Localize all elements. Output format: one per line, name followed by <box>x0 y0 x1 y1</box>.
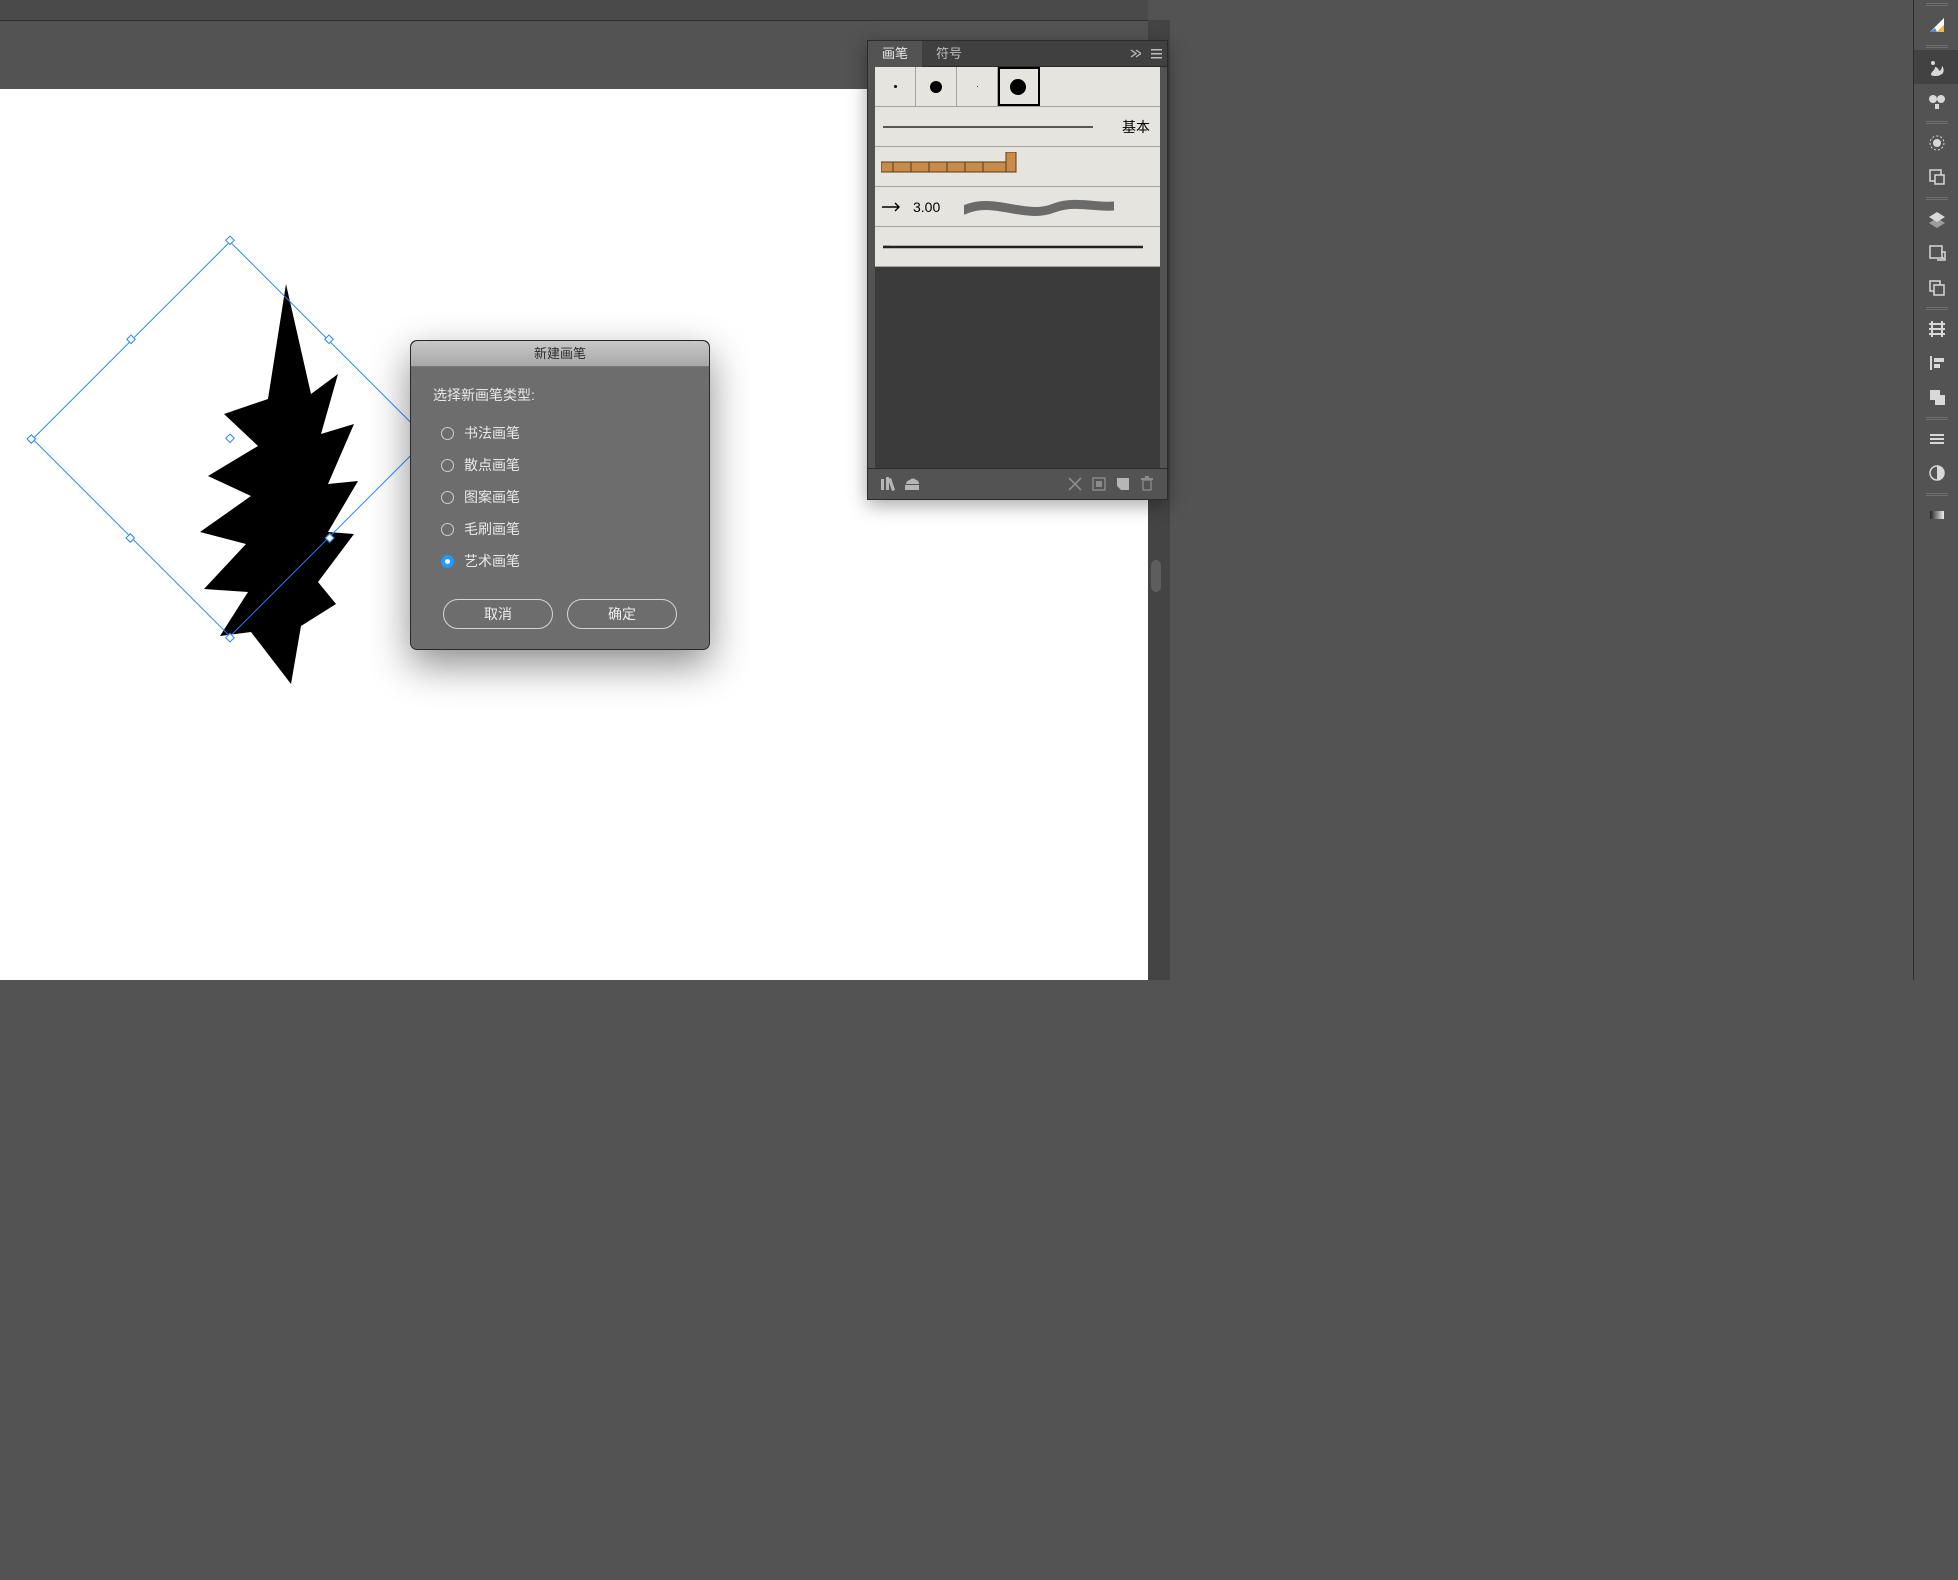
basic-brush-label: 基本 <box>1122 117 1150 137</box>
art-brush-taper[interactable]: 3.00 <box>875 187 1160 227</box>
stroke-panel-icon[interactable] <box>1914 422 1958 456</box>
calligraphic-brush[interactable] <box>957 67 998 106</box>
bbox-handle[interactable] <box>125 533 135 543</box>
appearance-panel-icon[interactable] <box>1914 126 1958 160</box>
brush-libraries-icon[interactable] <box>876 472 900 496</box>
remove-stroke-icon[interactable] <box>1063 472 1087 496</box>
gradient-panel-icon[interactable] <box>1914 498 1958 532</box>
dock-grip[interactable] <box>1914 414 1958 422</box>
panel-tabrow: 画笔 符号 <box>868 41 1167 67</box>
dialog-title[interactable]: 新建画笔 <box>411 341 709 367</box>
canvas-scrollbar-thumb[interactable] <box>1151 560 1161 592</box>
calligraphic-brush[interactable] <box>916 67 957 106</box>
asset-export-panel-icon[interactable] <box>1914 236 1958 270</box>
dock-grip[interactable] <box>1914 42 1958 50</box>
dialog-heading: 选择新画笔类型: <box>433 385 687 405</box>
panel-footer <box>868 468 1167 499</box>
dock-grip[interactable] <box>1914 194 1958 202</box>
cc-libraries-icon[interactable] <box>900 472 924 496</box>
calligraphic-brush[interactable] <box>998 67 1039 106</box>
bbox-handle[interactable] <box>126 334 136 344</box>
dock-grip[interactable] <box>1914 304 1958 312</box>
calligraphic-brush-empty <box>1040 67 1160 106</box>
align-panel-icon[interactable] <box>1914 312 1958 346</box>
panel-collapse-icon[interactable] <box>1123 41 1145 67</box>
libraries-panel-icon[interactable] <box>1914 270 1958 304</box>
dock-grip[interactable] <box>1914 118 1958 126</box>
brush-type-label: 图案画笔 <box>464 487 520 507</box>
topbar <box>0 0 1148 20</box>
panel-menu-icon[interactable] <box>1145 41 1167 67</box>
new-brush-icon[interactable] <box>1111 472 1135 496</box>
transparency-panel-icon[interactable] <box>1914 456 1958 490</box>
ok-button[interactable]: 确定 <box>567 599 677 629</box>
selected-artwork-leaf[interactable] <box>196 284 366 684</box>
bbox-handle[interactable] <box>225 235 235 245</box>
brush-type-radio[interactable]: 图案画笔 <box>433 481 687 513</box>
align-left-icon[interactable] <box>1914 346 1958 380</box>
art-brush-width: 3.00 <box>913 199 940 215</box>
dock-grip[interactable] <box>1914 0 1958 8</box>
brush-type-label: 艺术画笔 <box>464 551 520 571</box>
symbols-panel-icon[interactable] <box>1914 84 1958 118</box>
new-brush-dialog: 新建画笔 选择新画笔类型: 书法画笔散点画笔图案画笔毛刷画笔艺术画笔 取消 确定 <box>410 340 710 650</box>
brush-type-label: 散点画笔 <box>464 455 520 475</box>
delete-brush-icon[interactable] <box>1135 472 1159 496</box>
calligraphic-brush-row <box>875 67 1160 107</box>
brush-list-area: 基本 3.00 <box>875 67 1160 468</box>
bbox-handle[interactable] <box>26 434 36 444</box>
cancel-button[interactable]: 取消 <box>443 599 553 629</box>
basic-brush[interactable]: 基本 <box>875 107 1160 147</box>
calligraphic-brush[interactable] <box>875 67 916 106</box>
brushes-panel[interactable]: 画笔 符号 基本 <box>867 40 1168 500</box>
options-of-selected-icon[interactable] <box>1087 472 1111 496</box>
artboards-panel-icon[interactable] <box>1914 160 1958 194</box>
right-dock-column <box>1913 0 1958 980</box>
tab-brushes[interactable]: 画笔 <box>868 41 922 67</box>
dock-grip[interactable] <box>1914 490 1958 498</box>
pattern-brush-bamboo[interactable] <box>875 147 1160 187</box>
brushes-panel-icon[interactable] <box>1914 50 1958 84</box>
brush-type-label: 书法画笔 <box>464 423 520 443</box>
color-guide-icon[interactable] <box>1914 8 1958 42</box>
brush-type-radio[interactable]: 书法画笔 <box>433 417 687 449</box>
brush-type-radio[interactable]: 散点画笔 <box>433 449 687 481</box>
tab-symbols[interactable]: 符号 <box>922 41 976 67</box>
art-brush-charcoal[interactable] <box>875 227 1160 267</box>
brush-type-radio[interactable]: 艺术画笔 <box>433 545 687 577</box>
brush-type-radio[interactable]: 毛刷画笔 <box>433 513 687 545</box>
pathfinder-panel-icon[interactable] <box>1914 380 1958 414</box>
layers-panel-icon[interactable] <box>1914 202 1958 236</box>
brush-type-label: 毛刷画笔 <box>464 519 520 539</box>
